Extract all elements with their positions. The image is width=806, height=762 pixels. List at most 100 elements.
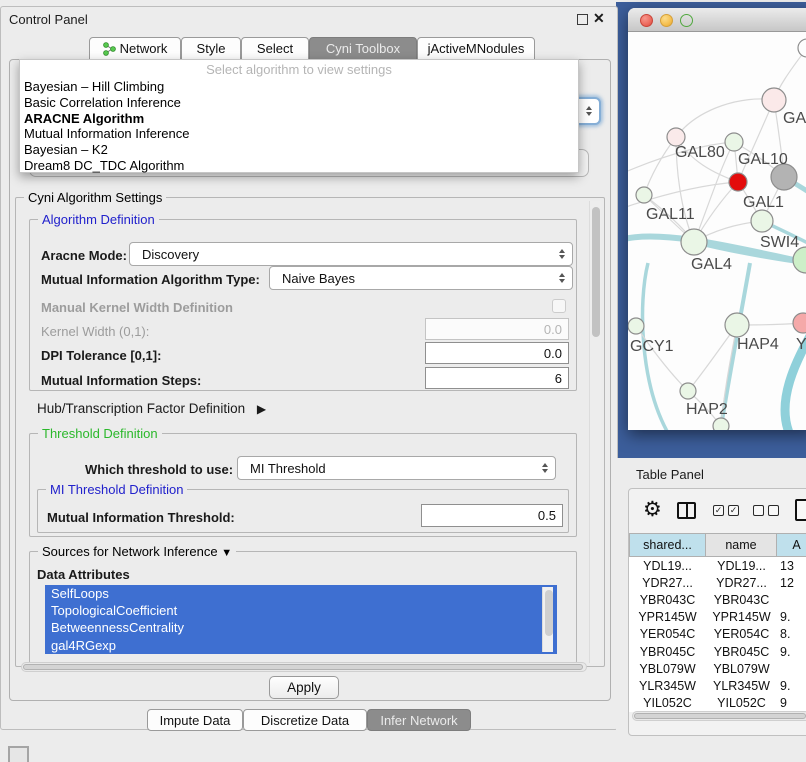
close-icon[interactable]: ✕ bbox=[593, 10, 605, 27]
node-gal1[interactable] bbox=[751, 210, 773, 232]
table-row[interactable]: YIL052C YIL052C 9 bbox=[629, 695, 806, 712]
table-panel-title: Table Panel bbox=[636, 467, 704, 482]
column-split-icon[interactable] bbox=[677, 502, 696, 519]
mi-threshold-field[interactable]: 0.5 bbox=[421, 504, 563, 527]
zoom-traffic-light[interactable] bbox=[680, 14, 693, 27]
table-row[interactable]: YER054C YER054C 8. bbox=[629, 626, 806, 643]
table-row[interactable]: YBR043C YBR043C bbox=[629, 591, 806, 608]
dropdown-item[interactable]: Bayesian – Hill Climbing bbox=[20, 79, 578, 95]
dropdown-item-selected[interactable]: ARACNE Algorithm bbox=[20, 111, 578, 127]
attributes-list-scrollbar[interactable] bbox=[542, 587, 553, 652]
table-row[interactable]: YDR27... YDR27... 12 bbox=[629, 574, 806, 591]
cell: YER054C bbox=[629, 626, 706, 643]
panel-title: Control Panel bbox=[9, 12, 88, 27]
table-row[interactable]: YBR045C YBR045C 9. bbox=[629, 643, 806, 660]
table-row[interactable]: YDL19... YDL19... 13 bbox=[629, 557, 806, 574]
algorithm-dropdown-popup: Select algorithm to view settings Bayesi… bbox=[19, 59, 579, 173]
cell: YDR27... bbox=[629, 574, 706, 591]
combobox-value: MI Threshold bbox=[250, 461, 326, 476]
table-row[interactable]: YBL079W YBL079W bbox=[629, 660, 806, 677]
gear-icon[interactable]: ⚙ bbox=[643, 497, 662, 522]
dpi-tolerance-field[interactable]: 0.0 bbox=[425, 342, 569, 364]
node-gal4[interactable] bbox=[681, 229, 707, 255]
cell: YDL19... bbox=[629, 557, 706, 574]
table-panel: Table Panel ⚙ ✓ ✓ shared... name A YDL19… bbox=[616, 458, 806, 762]
select-all-columns-icon[interactable]: ✓ ✓ bbox=[713, 505, 739, 516]
settings-scrollbar[interactable] bbox=[589, 201, 601, 663]
kernel-width-label: Kernel Width (0,1): bbox=[41, 324, 149, 339]
application-root: GAL80 GAL10 GAL1 GAL11 SWI4 GAL4 GCY1 HA… bbox=[0, 0, 806, 762]
minimized-panel-icon[interactable] bbox=[8, 746, 29, 762]
cell: YPR145W bbox=[706, 609, 777, 626]
node-gal11[interactable] bbox=[636, 187, 652, 203]
list-item[interactable]: gal4RGexp bbox=[45, 637, 557, 654]
which-threshold-combobox[interactable]: MI Threshold bbox=[237, 456, 556, 480]
node-hap2[interactable] bbox=[680, 383, 696, 399]
mi-steps-field[interactable]: 6 bbox=[425, 367, 569, 389]
node-gal-partial[interactable] bbox=[762, 88, 786, 112]
tab-style[interactable]: Style bbox=[181, 37, 241, 60]
node-hap4[interactable] bbox=[725, 313, 749, 337]
node-label: SWI4 bbox=[760, 234, 799, 251]
tab-discretize-data[interactable]: Discretize Data bbox=[243, 709, 367, 731]
aracne-mode-combobox[interactable]: Discovery bbox=[129, 242, 573, 266]
table-hscrollbar[interactable] bbox=[632, 711, 806, 721]
data-attributes-label: Data Attributes bbox=[37, 567, 130, 582]
tab-impute-data[interactable]: Impute Data bbox=[147, 709, 243, 731]
node-gal10[interactable] bbox=[725, 133, 743, 151]
tab-label: Select bbox=[257, 41, 293, 56]
list-item[interactable]: TopologicalCoefficient bbox=[45, 602, 557, 619]
table-row[interactable]: YLR345W YLR345W 9. bbox=[629, 677, 806, 694]
float-window-icon[interactable] bbox=[577, 14, 588, 25]
cell bbox=[777, 591, 806, 608]
apply-button[interactable]: Apply bbox=[269, 676, 339, 699]
mi-type-combobox[interactable]: Naive Bayes bbox=[269, 266, 573, 290]
kernel-width-field[interactable]: 0.0 bbox=[425, 318, 569, 340]
column-header-partial[interactable]: A bbox=[777, 533, 806, 557]
settings-hscrollbar[interactable] bbox=[21, 662, 587, 672]
tab-infer-network[interactable]: Infer Network bbox=[367, 709, 471, 731]
dropdown-item[interactable]: Basic Correlation Inference bbox=[20, 95, 578, 111]
list-item[interactable]: SelfLoops bbox=[45, 585, 557, 602]
dropdown-item[interactable]: Mutual Information Inference bbox=[20, 126, 578, 142]
close-traffic-light[interactable] bbox=[640, 14, 653, 27]
hub-section-toggle[interactable]: Hub/Transcription Factor Definition ▶ bbox=[37, 401, 266, 416]
table-subwindow: ⚙ ✓ ✓ shared... name A YDL19... YDL19...… bbox=[628, 488, 806, 736]
node-partial-bottom[interactable] bbox=[713, 418, 729, 430]
table-row[interactable]: YPR145W YPR145W 9. bbox=[629, 609, 806, 626]
node-label: GAL bbox=[783, 110, 806, 127]
cell: 9. bbox=[777, 643, 806, 660]
network-tab-icon bbox=[103, 42, 116, 56]
file-icon[interactable] bbox=[795, 499, 806, 521]
cell: 12 bbox=[777, 574, 806, 591]
deselect-all-columns-icon[interactable] bbox=[753, 505, 779, 516]
data-attributes-list[interactable]: SelfLoops TopologicalCoefficient Between… bbox=[45, 585, 557, 654]
node-partial-top[interactable] bbox=[798, 39, 806, 57]
dropdown-item[interactable]: Dream8 DC_TDC Algorithm bbox=[20, 158, 578, 174]
cell: YDR27... bbox=[706, 574, 777, 591]
network-canvas[interactable]: GAL80 GAL10 GAL1 GAL11 SWI4 GAL4 GCY1 HA… bbox=[628, 33, 806, 430]
node-gcy1[interactable] bbox=[628, 318, 644, 334]
column-header-name[interactable]: name bbox=[706, 533, 777, 557]
combobox-value: Naive Bayes bbox=[282, 271, 355, 286]
node-red[interactable] bbox=[729, 173, 747, 191]
network-window-titlebar[interactable] bbox=[628, 8, 806, 32]
tab-jactivemnodules[interactable]: jActiveMNodules bbox=[417, 37, 535, 60]
tab-select[interactable]: Select bbox=[241, 37, 309, 60]
sources-title[interactable]: Sources for Network Inference ▼ bbox=[38, 544, 236, 559]
manual-kernel-checkbox[interactable] bbox=[552, 299, 566, 313]
cell: YBR045C bbox=[706, 643, 777, 660]
combobox-stepper-icon bbox=[559, 249, 565, 259]
dropdown-placeholder: Select algorithm to view settings bbox=[20, 60, 578, 79]
column-header-shared-name[interactable]: shared... bbox=[629, 533, 706, 557]
aracne-mode-label: Aracne Mode: bbox=[41, 248, 127, 263]
expand-arrow-icon: ▶ bbox=[257, 402, 266, 416]
list-item[interactable]: BetweennessCentrality bbox=[45, 619, 557, 636]
cell: YPR145W bbox=[629, 609, 706, 626]
node-salmon[interactable] bbox=[793, 313, 806, 333]
dropdown-item[interactable]: Bayesian – K2 bbox=[20, 142, 578, 158]
minimize-traffic-light[interactable] bbox=[660, 14, 673, 27]
settings-panel-title: Cyni Algorithm Settings bbox=[24, 190, 166, 205]
tab-network[interactable]: Network bbox=[89, 37, 181, 60]
tab-cyni-toolbox[interactable]: Cyni Toolbox bbox=[309, 37, 417, 60]
